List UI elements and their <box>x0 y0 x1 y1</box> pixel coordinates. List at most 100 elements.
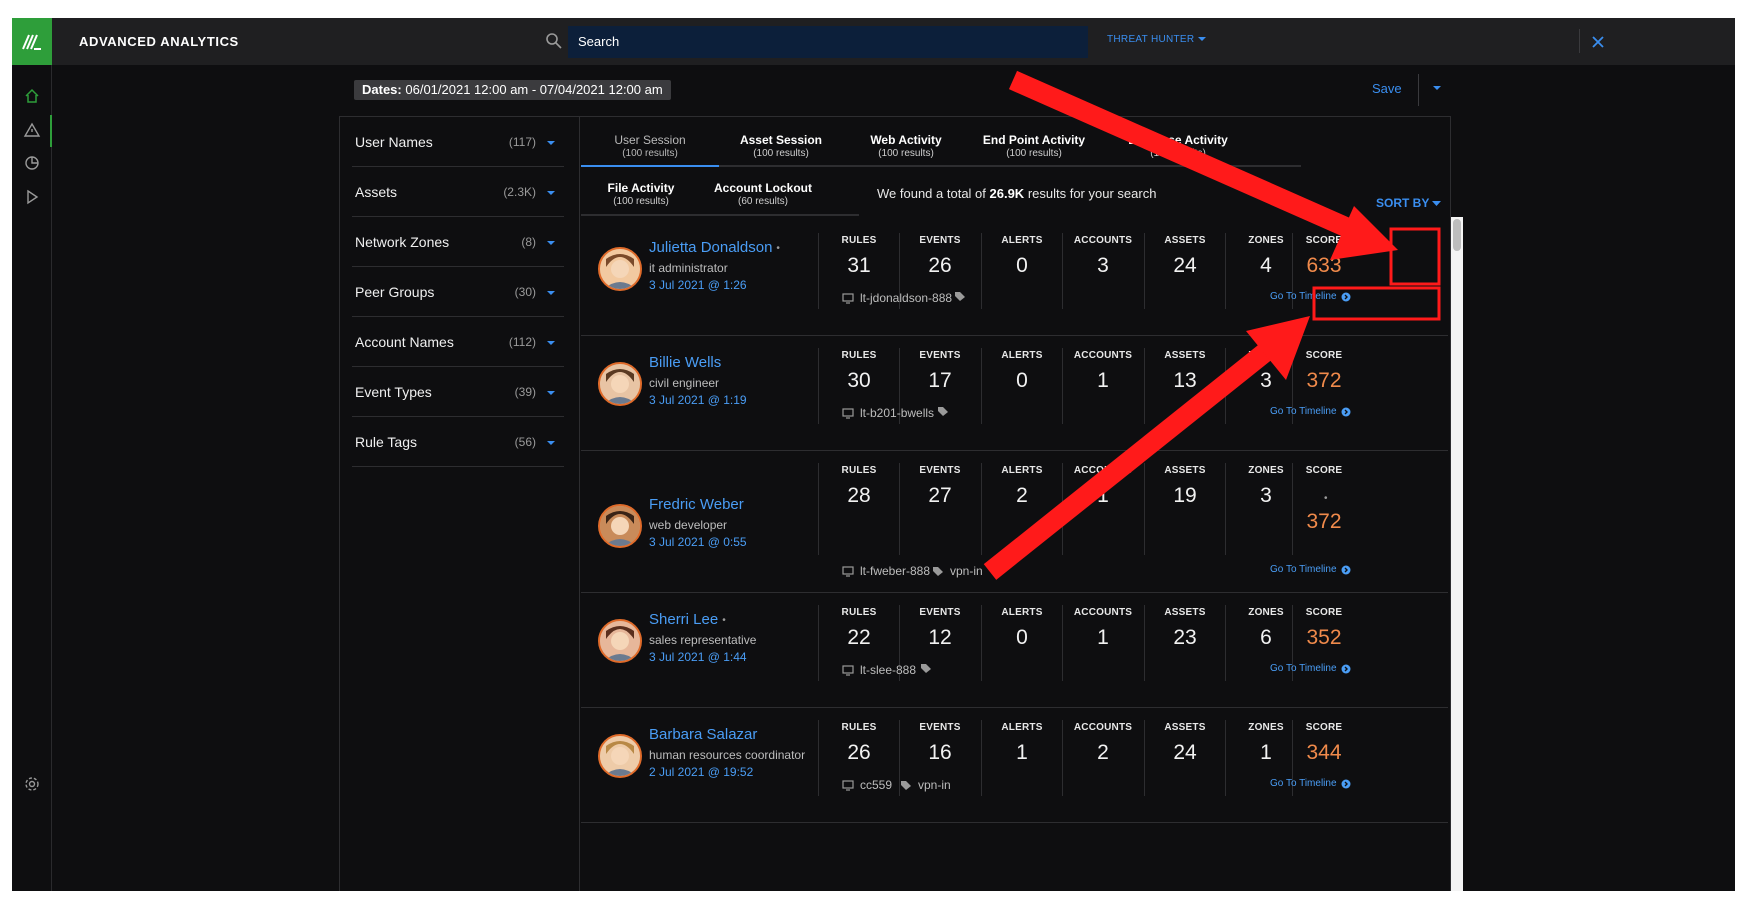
alert-icon[interactable] <box>23 121 41 139</box>
stat-divider <box>1144 720 1145 796</box>
filter-row[interactable]: Assets (2.3K) <box>352 167 564 217</box>
home-icon[interactable] <box>23 87 41 105</box>
tab-divider <box>581 214 859 216</box>
stat-value: 31 <box>847 254 871 277</box>
stat-value[interactable]: 372 <box>1292 369 1356 393</box>
filter-row[interactable]: Peer Groups (30) <box>352 267 564 317</box>
stat-value: 0 <box>1016 254 1028 277</box>
host-name: lt-fweber-888 <box>860 564 931 578</box>
tab-web-activity[interactable]: Web Activity (100 results) <box>843 119 969 165</box>
rule-tag[interactable] <box>954 291 972 302</box>
result-row[interactable]: Sherri Lee • sales representative 3 Jul 202… <box>581 593 1448 708</box>
tab-user-session[interactable]: User Session (100 results) <box>581 119 719 165</box>
arrow-right-circle-icon <box>1341 407 1351 416</box>
stat-label: ASSETS <box>1164 607 1206 618</box>
stat-label: EVENTS <box>919 722 961 733</box>
stat-value[interactable]: 344 <box>1292 741 1356 765</box>
rule-tag[interactable]: vpn-in <box>932 564 983 578</box>
asset-host[interactable]: lt-slee-888 <box>842 663 916 677</box>
asset-host[interactable]: lt-b201-bwells <box>842 406 934 420</box>
filter-count: (56) <box>514 435 536 449</box>
stat-events: EVENTS 17 <box>899 350 981 393</box>
filter-row[interactable]: Network Zones (8) <box>352 217 564 267</box>
stat-events: EVENTS 16 <box>899 722 981 765</box>
tab-database-activity[interactable]: Database Activity (100 results) <box>1099 119 1257 165</box>
sort-by-dropdown[interactable]: SORT BY <box>1376 196 1442 210</box>
tab-asset-session[interactable]: Asset Session (100 results) <box>719 119 843 165</box>
user-name-link[interactable]: Barbara Salazar <box>649 726 757 743</box>
stat-divider <box>981 463 982 555</box>
session-date-link[interactable]: 3 Jul 2021 @ 1:19 <box>649 393 747 407</box>
tab-label: User Session <box>614 133 686 147</box>
stat-events: EVENTS 26 <box>899 235 981 278</box>
stat-value: 16 <box>928 741 952 764</box>
stat-value[interactable]: 633 <box>1292 254 1356 278</box>
tab-account-lockout[interactable]: Account Lockout (60 results) <box>701 167 825 213</box>
session-date-link[interactable]: 3 Jul 2021 @ 1:26 <box>649 278 747 292</box>
stat-assets: ASSETS 24 <box>1144 235 1226 278</box>
tag-icon <box>955 292 965 301</box>
divider <box>1579 29 1580 53</box>
close-icon[interactable] <box>1587 31 1609 53</box>
session-date-link[interactable]: 3 Jul 2021 @ 0:55 <box>649 535 747 549</box>
session-date-link[interactable]: 3 Jul 2021 @ 1:44 <box>649 650 747 664</box>
chevron-down-icon[interactable] <box>1430 81 1444 95</box>
result-row[interactable]: Barbara Salazar human resources coordinat… <box>581 708 1448 823</box>
gear-icon[interactable] <box>23 775 41 793</box>
avatar[interactable] <box>598 247 642 291</box>
go-to-timeline-link[interactable]: Go To Timeline <box>1270 291 1351 302</box>
tab-count: (100 results) <box>622 148 678 159</box>
avatar[interactable] <box>598 734 642 778</box>
tab-file-activity[interactable]: File Activity (100 results) <box>581 167 701 213</box>
user-role: civil engineer <box>649 376 720 390</box>
user-name: Julietta Donaldson <box>649 239 773 256</box>
filter-row[interactable]: Rule Tags (56) <box>352 417 564 467</box>
user-name-link[interactable]: Sherri Lee • <box>649 611 726 628</box>
go-to-timeline-link[interactable]: Go To Timeline <box>1270 663 1351 674</box>
stat-divider <box>1062 348 1063 424</box>
tab-end-point-activity[interactable]: End Point Activity (100 results) <box>969 119 1099 165</box>
go-to-timeline-link[interactable]: Go To Timeline <box>1270 564 1351 575</box>
result-row[interactable]: Julietta Donaldson • it administrator 3 Jul… <box>581 221 1448 336</box>
stat-divider <box>1225 720 1226 796</box>
threat-hunter-menu[interactable]: THREAT HUNTER <box>1107 34 1206 45</box>
user-name-link[interactable]: Julietta Donaldson • <box>649 239 780 256</box>
play-icon[interactable] <box>23 188 41 206</box>
date-range-pill[interactable]: Dates: 06/01/2021 12:00 am - 07/04/2021 … <box>354 80 671 100</box>
rule-tag[interactable]: vpn-in <box>900 778 951 792</box>
asset-host[interactable]: lt-fweber-888 <box>842 564 930 578</box>
search-input[interactable]: Search <box>568 26 1088 58</box>
rule-tag[interactable] <box>937 406 955 417</box>
avatar[interactable] <box>598 619 642 663</box>
stat-accounts: ACCOUNTS 1 <box>1062 350 1144 393</box>
user-name-link[interactable]: Fredric Weber <box>649 496 744 513</box>
avatar[interactable] <box>598 362 642 406</box>
stat-value[interactable]: 372 <box>1292 510 1356 534</box>
asset-host[interactable]: lt-jdonaldson-888 <box>842 291 952 305</box>
filter-row[interactable]: Account Names (112) <box>352 317 564 367</box>
result-row[interactable]: Billie Wells civil engineer 3 Jul 2021 @ 1… <box>581 336 1448 451</box>
monitor-icon <box>842 664 854 676</box>
stat-label: SCORE <box>1305 235 1343 246</box>
filter-row[interactable]: Event Types (39) <box>352 367 564 417</box>
save-button[interactable]: Save <box>1372 81 1402 96</box>
monitor-icon <box>842 779 854 791</box>
stat-value[interactable]: 352 <box>1292 626 1356 650</box>
pie-chart-icon[interactable] <box>23 154 41 172</box>
asset-host[interactable]: cc559 <box>842 778 892 792</box>
filter-count: (2.3K) <box>503 185 536 199</box>
go-to-timeline-link[interactable]: Go To Timeline <box>1270 778 1351 789</box>
rule-tag[interactable] <box>920 663 938 674</box>
session-date-link[interactable]: 2 Jul 2021 @ 19:52 <box>649 765 753 779</box>
scrollbar[interactable] <box>1451 217 1463 891</box>
avatar[interactable] <box>598 504 642 548</box>
filter-row[interactable]: User Names (117) <box>352 117 564 167</box>
stat-value: 27 <box>928 484 952 507</box>
result-row[interactable]: Fredric Weber web developer 3 Jul 2021 @ 0… <box>581 451 1448 593</box>
scrollbar-thumb[interactable] <box>1453 219 1461 251</box>
filter-count: (39) <box>514 385 536 399</box>
stat-value: 1 <box>1016 741 1028 764</box>
brand-logo[interactable] <box>12 18 52 65</box>
go-to-timeline-link[interactable]: Go To Timeline <box>1270 406 1351 417</box>
user-name-link[interactable]: Billie Wells <box>649 354 721 371</box>
